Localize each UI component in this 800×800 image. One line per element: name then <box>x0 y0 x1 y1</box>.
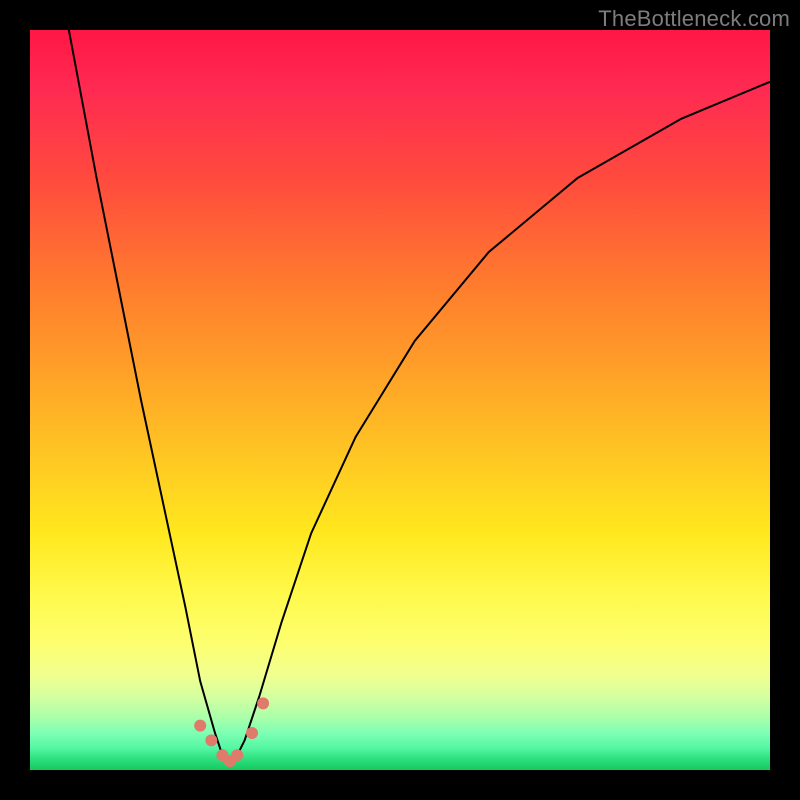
watermark: TheBottleneck.com <box>598 6 790 32</box>
highlight-dot <box>194 720 206 732</box>
highlight-dot <box>231 749 243 761</box>
chart-frame: TheBottleneck.com <box>0 0 800 800</box>
highlight-dot <box>246 727 258 739</box>
highlight-dot <box>257 697 269 709</box>
bottleneck-curve <box>30 0 770 763</box>
highlight-dots <box>194 697 269 767</box>
highlight-dot <box>205 734 217 746</box>
chart-svg <box>30 30 770 770</box>
